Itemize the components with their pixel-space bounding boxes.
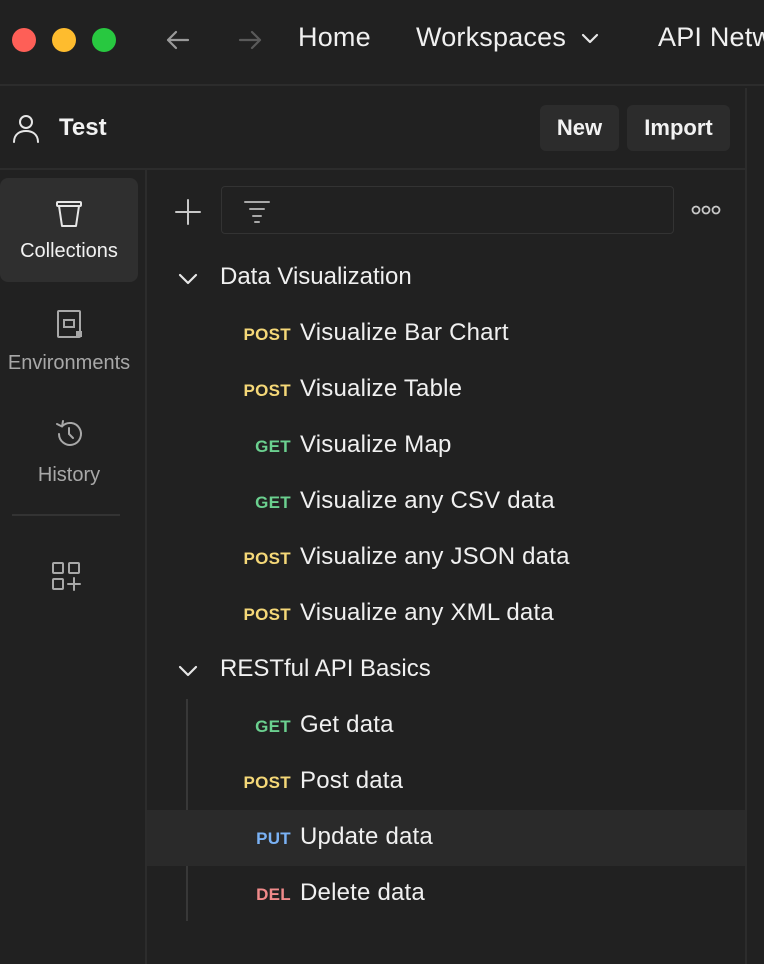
sidebar-item-label: Environments bbox=[7, 352, 131, 374]
request-name: Visualize Bar Chart bbox=[300, 319, 509, 346]
minimize-window-button[interactable] bbox=[52, 28, 76, 52]
import-button[interactable]: Import bbox=[627, 105, 730, 151]
chevron-down-icon[interactable] bbox=[175, 658, 201, 684]
nav-home[interactable]: Home bbox=[298, 22, 371, 53]
filter-icon bbox=[244, 201, 270, 223]
sidebar-item-label: Collections bbox=[20, 240, 118, 262]
sidebar-item-history[interactable]: History bbox=[0, 402, 138, 506]
request-name: Post data bbox=[300, 767, 404, 794]
request-item[interactable]: POST Post data bbox=[147, 754, 745, 810]
method-badge: PUT bbox=[256, 829, 291, 848]
add-collection-icon[interactable] bbox=[172, 196, 204, 228]
method-badge: POST bbox=[243, 325, 291, 344]
method-badge: POST bbox=[243, 773, 291, 792]
close-window-button[interactable] bbox=[12, 28, 36, 52]
method-badge: DEL bbox=[256, 885, 291, 904]
configure-workbench-icon[interactable] bbox=[50, 560, 82, 592]
method-badge: POST bbox=[243, 549, 291, 568]
request-name: Visualize Map bbox=[300, 431, 452, 458]
request-item[interactable]: GET Visualize Map bbox=[147, 418, 745, 474]
nav-workspaces-dropdown[interactable]: Workspaces bbox=[416, 22, 600, 53]
request-name: Update data bbox=[300, 823, 433, 850]
filter-input[interactable] bbox=[221, 186, 674, 234]
new-button[interactable]: New bbox=[540, 105, 619, 151]
history-icon bbox=[56, 420, 82, 446]
collection-name: Data Visualization bbox=[220, 263, 412, 290]
request-item[interactable]: PUT Update data bbox=[147, 810, 745, 866]
request-name: Visualize any XML data bbox=[300, 599, 554, 626]
sidebar-rail: Collections Environments History bbox=[0, 170, 147, 964]
sidebar-item-label: History bbox=[37, 464, 101, 486]
method-badge: POST bbox=[243, 381, 291, 400]
more-options-icon[interactable] bbox=[690, 200, 722, 220]
nav-workspaces-label: Workspaces bbox=[416, 22, 567, 52]
user-icon bbox=[13, 115, 39, 143]
request-name: Delete data bbox=[300, 879, 425, 906]
request-name: Visualize any CSV data bbox=[300, 487, 555, 514]
environments-icon bbox=[57, 310, 82, 338]
nav-api-network[interactable]: API Netw bbox=[658, 22, 764, 53]
request-item[interactable]: DEL Delete data bbox=[147, 866, 745, 922]
method-badge: GET bbox=[255, 437, 291, 456]
sidebar-item-collections[interactable]: Collections bbox=[0, 178, 138, 282]
workspace-name[interactable]: Test bbox=[59, 114, 107, 142]
method-badge: GET bbox=[255, 493, 291, 512]
method-badge: POST bbox=[243, 605, 291, 624]
chevron-down-icon[interactable] bbox=[175, 266, 201, 292]
request-item[interactable]: POST Visualize Bar Chart bbox=[147, 306, 745, 362]
request-item[interactable]: POST Visualize Table bbox=[147, 362, 745, 418]
request-item[interactable]: POST Visualize any JSON data bbox=[147, 530, 745, 586]
workspace-header: Test New Import bbox=[0, 88, 746, 170]
back-arrow-icon[interactable] bbox=[162, 24, 194, 56]
collection-name: RESTful API Basics bbox=[220, 655, 431, 682]
request-name: Get data bbox=[300, 711, 394, 738]
request-item[interactable]: GET Visualize any CSV data bbox=[147, 474, 745, 530]
sidebar-item-environments[interactable]: Environments bbox=[0, 290, 138, 394]
sidebar-divider bbox=[12, 514, 120, 516]
panel-divider[interactable] bbox=[745, 88, 747, 964]
request-item[interactable]: GET Get data bbox=[147, 698, 745, 754]
forward-arrow-icon[interactable] bbox=[234, 24, 266, 56]
method-badge: GET bbox=[255, 717, 291, 736]
maximize-window-button[interactable] bbox=[92, 28, 116, 52]
collections-icon bbox=[56, 201, 82, 227]
request-name: Visualize Table bbox=[300, 375, 463, 402]
chevron-down-icon bbox=[581, 33, 599, 43]
request-name: Visualize any JSON data bbox=[300, 543, 570, 570]
collection-folder[interactable]: Data Visualization bbox=[147, 250, 745, 306]
request-item[interactable]: POST Visualize any XML data bbox=[147, 586, 745, 642]
collection-folder[interactable]: RESTful API Basics bbox=[147, 642, 745, 698]
title-bar: Home Workspaces API Netw bbox=[0, 0, 764, 86]
